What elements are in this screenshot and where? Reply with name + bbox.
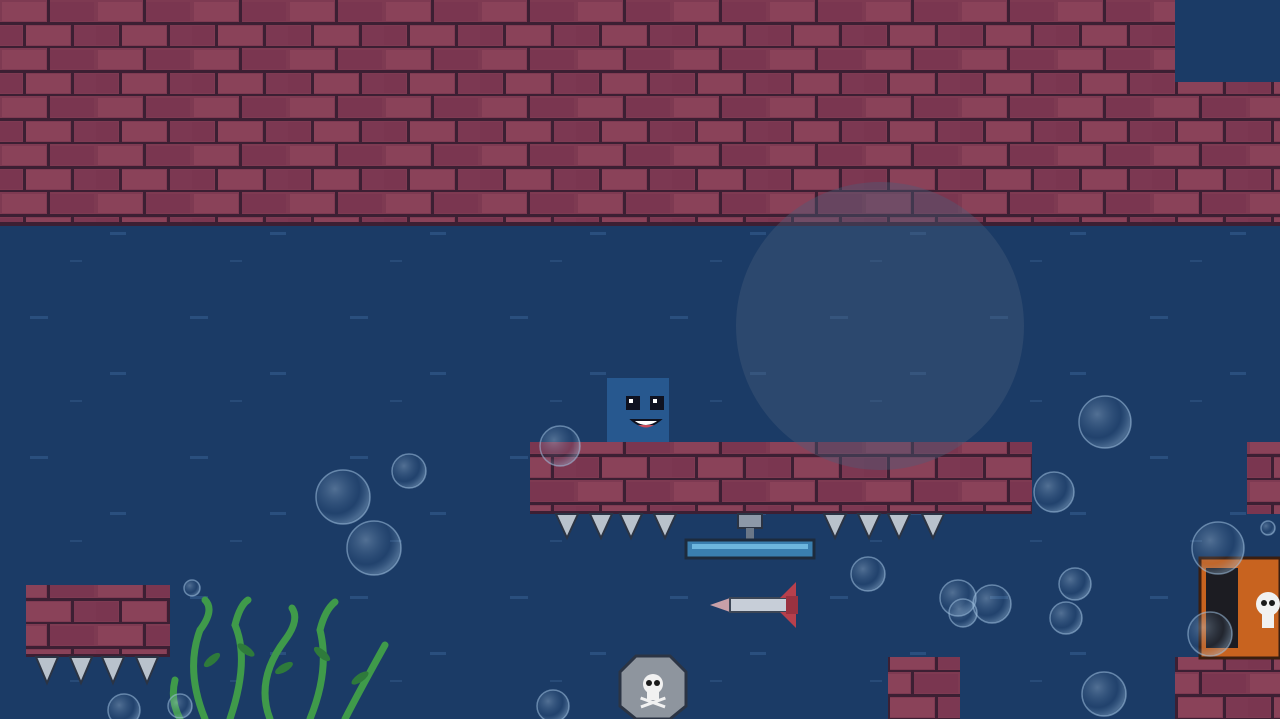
brick-pillar-bottom: [888, 657, 960, 719]
skull-sign: [618, 654, 688, 719]
game-scene[interactable]: [0, 0, 1280, 719]
brick-platform-left: [26, 585, 170, 657]
player-character: [607, 378, 669, 442]
brick-ceiling: [0, 0, 1280, 226]
game-canvas[interactable]: [0, 0, 1280, 719]
joystick-orb[interactable]: [736, 182, 1024, 470]
water-gap: [1175, 0, 1280, 82]
brick-platform-middle: [530, 442, 1032, 514]
